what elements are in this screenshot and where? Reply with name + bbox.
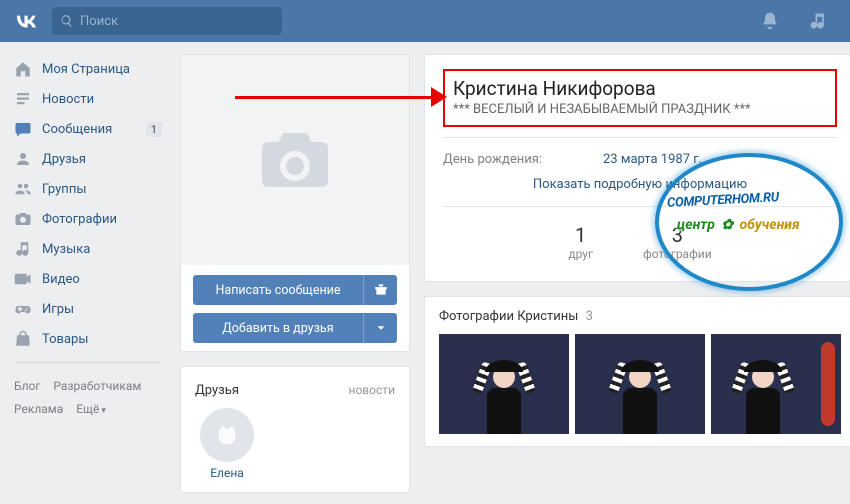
friends-news-tab[interactable]: новости — [349, 383, 395, 397]
nav-label: Моя Страница — [42, 62, 130, 77]
footer-links: Блог Разработчикам Реклама Ещё — [8, 371, 168, 425]
friends-card: Друзья новости Елена — [180, 366, 410, 493]
footer-ads[interactable]: Реклама — [14, 402, 63, 416]
news-icon — [14, 90, 32, 108]
info-label: День рождения: — [443, 152, 603, 167]
market-icon — [14, 330, 32, 348]
groups-icon — [14, 180, 32, 198]
avatar-placeholder[interactable] — [181, 55, 409, 265]
counter-label: друг — [568, 247, 593, 261]
nav-news[interactable]: Новости — [8, 84, 168, 114]
gift-icon — [374, 283, 388, 297]
music-nav-icon — [14, 240, 32, 258]
divider — [443, 137, 837, 138]
divider — [443, 206, 837, 207]
counter-label: фотографии — [643, 247, 712, 261]
counter-number: 1 — [568, 223, 593, 247]
messages-icon — [14, 120, 32, 138]
annotation-highlight: Кристина Никифорова *** ВЕСЕЛЫЙ И НЕЗАБЫ… — [443, 69, 837, 127]
nav-friends[interactable]: Друзья — [8, 144, 168, 174]
photos-count: 3 — [586, 309, 593, 324]
profile-status[interactable]: *** ВЕСЕЛЫЙ И НЕЗАБЫВАЕМЫЙ ПРАЗДНИК *** — [453, 102, 827, 117]
nav-label: Новости — [42, 92, 94, 107]
write-message-button[interactable]: Написать сообщение — [193, 275, 397, 305]
video-icon — [14, 270, 32, 288]
show-more-info[interactable]: Показать подробную информацию — [443, 171, 837, 196]
nav-messages[interactable]: Сообщения 1 — [8, 114, 168, 144]
nav-my-page[interactable]: Моя Страница — [8, 54, 168, 84]
nav-music[interactable]: Музыка — [8, 234, 168, 264]
nav-label: Музыка — [42, 242, 90, 257]
camera-icon — [259, 130, 331, 190]
friend-item[interactable]: Елена — [195, 408, 259, 480]
search-icon — [60, 14, 74, 28]
chevron-down-icon — [374, 321, 388, 335]
avatar-card: Написать сообщение Добавить в друзья — [180, 54, 410, 352]
nav-label: Друзья — [42, 152, 86, 167]
button-label: Добавить в друзья — [193, 321, 363, 336]
profile-card: Кристина Никифорова *** ВЕСЕЛЫЙ И НЕЗАБЫ… — [424, 54, 850, 282]
counter-photos[interactable]: 3 фотографии — [643, 223, 712, 261]
counter-number: 3 — [643, 223, 712, 247]
nav-groups[interactable]: Группы — [8, 174, 168, 204]
info-row-birthday: День рождения: 23 марта 1987 г. — [443, 148, 837, 171]
photos-title[interactable]: Фотографии Кристины — [439, 309, 578, 324]
messages-badge: 1 — [146, 122, 162, 137]
photos-card: Фотографии Кристины 3 — [424, 296, 850, 447]
footer-more[interactable]: Ещё — [76, 402, 106, 416]
friend-avatar-placeholder — [200, 408, 254, 462]
music-icon[interactable] — [808, 11, 828, 31]
home-icon — [14, 60, 32, 78]
profile-name: Кристина Никифорова — [453, 77, 827, 100]
sidebar: Моя Страница Новости Сообщения 1 Друзья … — [8, 54, 168, 493]
friends-icon — [14, 150, 32, 168]
games-icon — [14, 300, 32, 318]
sidebar-divider — [14, 362, 162, 363]
nav-label: Группы — [42, 182, 86, 197]
nav-games[interactable]: Игры — [8, 294, 168, 324]
add-friend-dropdown[interactable] — [363, 313, 397, 343]
footer-blog[interactable]: Блог — [14, 379, 40, 393]
photos-icon — [14, 210, 32, 228]
nav-market[interactable]: Товары — [8, 324, 168, 354]
button-label: Написать сообщение — [193, 283, 363, 298]
nav-label: Игры — [42, 302, 74, 317]
nav-label: Фотографии — [42, 212, 117, 227]
notifications-icon[interactable] — [760, 11, 780, 31]
search-input[interactable] — [80, 14, 274, 29]
photo-thumbnail[interactable] — [711, 334, 841, 434]
nav-label: Сообщения — [42, 122, 112, 137]
header-bar — [0, 0, 850, 42]
footer-developers[interactable]: Разработчикам — [53, 379, 141, 393]
photo-thumbnail[interactable] — [575, 334, 705, 434]
vk-logo[interactable] — [12, 7, 40, 35]
nav-photos[interactable]: Фотографии — [8, 204, 168, 234]
nav-video[interactable]: Видео — [8, 264, 168, 294]
gift-button[interactable] — [363, 275, 397, 305]
info-value[interactable]: 23 марта 1987 г. — [603, 152, 702, 167]
dog-icon — [213, 421, 241, 449]
friend-name: Елена — [210, 466, 244, 480]
counter-friends[interactable]: 1 друг — [568, 223, 593, 261]
nav-label: Видео — [42, 272, 80, 287]
add-friend-button[interactable]: Добавить в друзья — [193, 313, 397, 343]
photo-thumbnail[interactable] — [439, 334, 569, 434]
search-field[interactable] — [52, 7, 282, 35]
friends-title[interactable]: Друзья — [195, 383, 239, 398]
nav-label: Товары — [42, 332, 88, 347]
